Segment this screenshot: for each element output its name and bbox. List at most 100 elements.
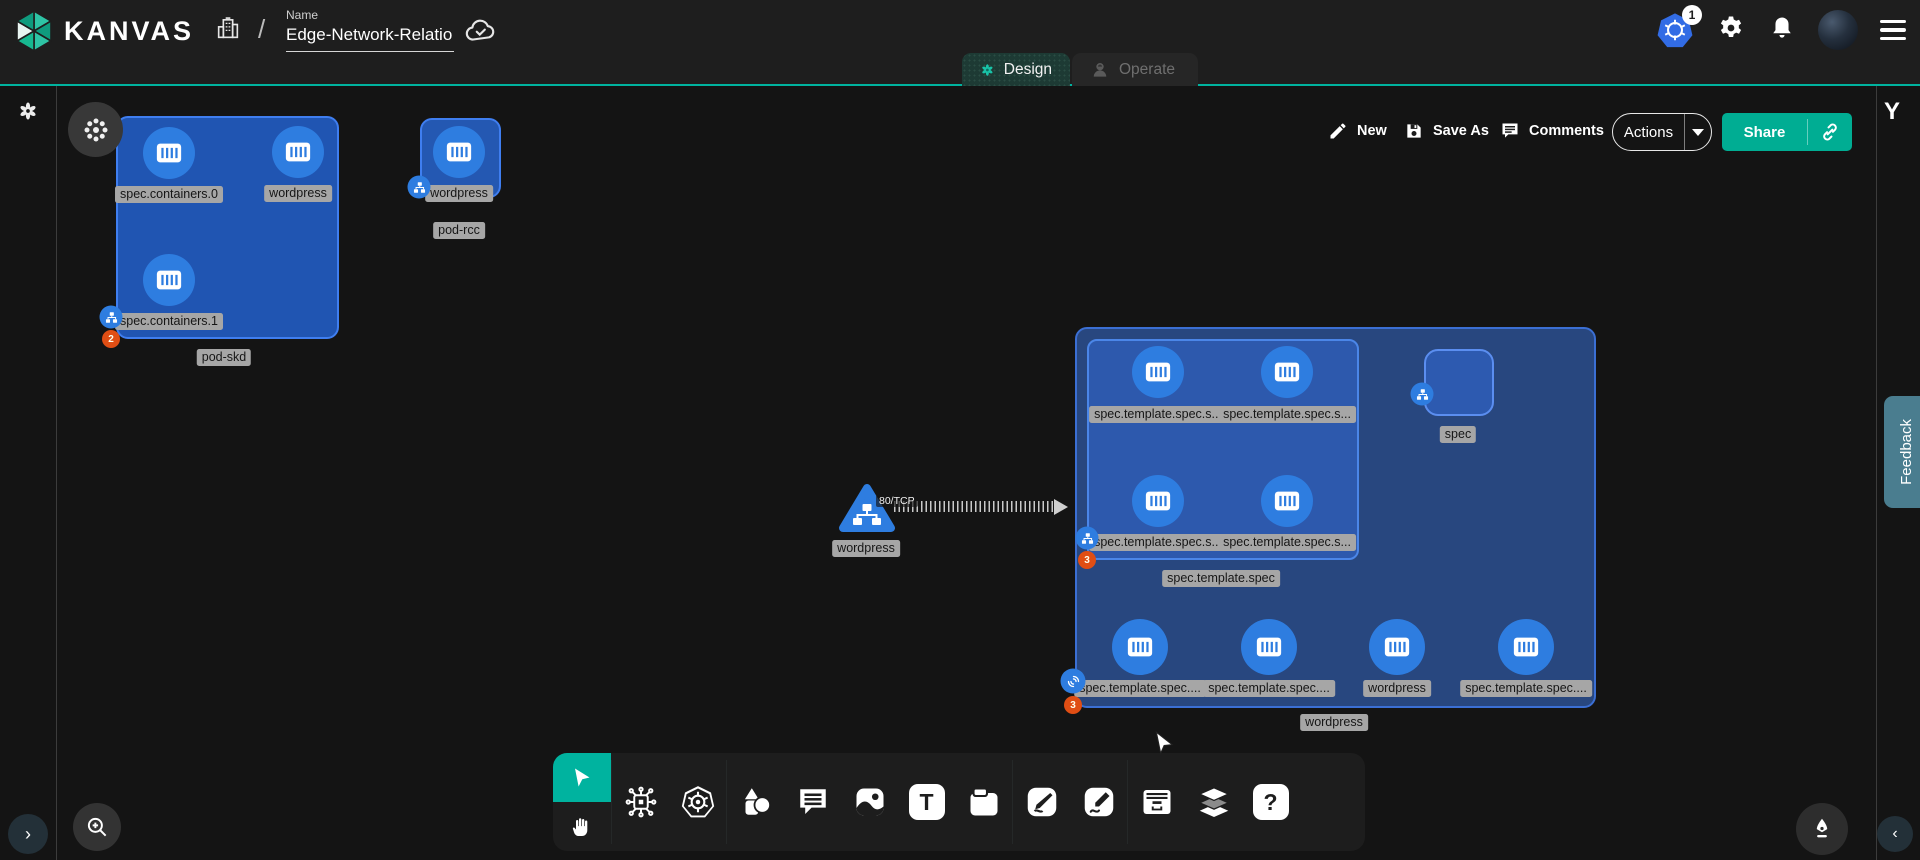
select-tool[interactable] [553,753,611,802]
edge-service-to-pod[interactable] [894,501,1056,512]
node-container[interactable] [433,126,485,178]
design-name-input[interactable] [286,22,454,52]
zoom-button[interactable] [73,803,121,851]
collapse-right-panel-button[interactable]: ‹ [1877,816,1913,852]
save-as-button[interactable]: Save As [1404,121,1489,141]
node-label: spec.template.spec.s... [1089,534,1227,551]
group-pod-skd-kind-badge[interactable] [100,306,123,329]
app-header: KANVAS / Name 1 [0,0,1920,86]
layers-tool[interactable] [1185,753,1242,851]
pen-nib-icon [1809,816,1835,842]
node-label: spec.containers.0 [115,186,223,203]
group-spec-template-kind-badge[interactable] [1076,527,1099,550]
node-spec-label: spec [1440,426,1476,443]
container-icon [443,138,475,166]
components-tool[interactable] [612,753,669,851]
new-button[interactable]: New [1328,121,1387,141]
container-icon [1510,633,1542,661]
group-wordpress-count-badge[interactable]: 3 [1064,696,1082,714]
hamburger-menu-icon[interactable] [1880,20,1906,41]
organization-icon[interactable] [214,14,242,47]
kanvas-logo[interactable]: KANVAS [14,9,194,53]
node-container[interactable] [1241,619,1297,675]
node-container[interactable] [1132,346,1184,398]
container-icon [1271,487,1303,515]
expand-left-panel-button[interactable]: › [8,814,48,854]
settings-gear-icon[interactable] [1716,13,1746,48]
container-icon [1142,487,1174,515]
pen-mode-button[interactable] [1796,803,1848,855]
group-label-pod-rcc: pod-rcc [433,222,485,239]
shapes-tool[interactable] [727,753,784,851]
text-tool[interactable]: T [898,753,955,851]
link-icon [1819,121,1841,143]
actions-button[interactable]: Actions [1612,113,1712,151]
actions-dropdown-caret[interactable] [1685,129,1711,136]
comment-icon [1500,121,1520,141]
node-container[interactable] [143,127,195,179]
tab-design-label: Design [1004,61,1052,79]
note-tool[interactable] [955,753,1012,851]
comments-button[interactable]: Comments [1500,121,1604,141]
image-tool[interactable] [841,753,898,851]
group-pod-rcc-kind-badge[interactable] [408,176,431,199]
node-container[interactable] [1369,619,1425,675]
drawer-icon [1139,784,1175,820]
service-triangle-icon [838,482,896,534]
share-button[interactable]: Share [1722,113,1852,151]
yaml-panel-icon[interactable]: Y [1884,98,1900,126]
design-spiral-icon [980,60,995,80]
node-container[interactable] [1261,346,1313,398]
tab-operate[interactable]: Operate [1072,53,1198,86]
cluster-node[interactable] [68,102,123,157]
group-pod-skd-count-badge[interactable]: 2 [102,330,120,348]
pencil-icon [1328,121,1348,141]
drawer-tool[interactable] [1128,753,1185,851]
comment-tool[interactable] [784,753,841,851]
kubernetes-tool[interactable] [669,753,726,851]
k8s-context-count-badge: 1 [1682,5,1702,25]
cursor-arrow-icon [570,766,594,790]
help-tool[interactable]: ? [1242,753,1299,851]
comments-button-label: Comments [1529,123,1604,139]
k8s-context-switcher[interactable]: 1 [1656,11,1694,49]
logo-text: KANVAS [64,16,194,47]
pencil-scribble-icon [1081,784,1117,820]
node-container[interactable] [143,254,195,306]
actions-button-label: Actions [1613,124,1684,141]
user-avatar[interactable] [1818,10,1858,50]
node-spec[interactable] [1424,349,1494,416]
feedback-tab[interactable]: Feedback [1884,396,1920,508]
group-spec-template[interactable] [1087,339,1359,560]
node-container[interactable] [1498,619,1554,675]
container-icon [1253,633,1285,661]
node-container[interactable] [1261,475,1313,527]
tab-design[interactable]: Design [962,53,1070,86]
node-spec-kind-badge[interactable] [1411,383,1434,406]
node-wordpress-service[interactable] [838,482,896,534]
notifications-bell-icon[interactable] [1768,14,1796,47]
image-icon [852,784,888,820]
text-tool-glyph: T [909,784,945,820]
copy-link-button[interactable] [1808,121,1852,143]
node-container[interactable] [1112,619,1168,675]
right-rail-divider [1876,86,1877,860]
rail-spiral-icon[interactable] [17,100,39,127]
design-name-label: Name [286,8,456,22]
edge-port-label: 80/TCP [876,495,918,507]
node-label: spec.template.spec.s... [1218,534,1356,551]
group-wordpress-kind-badge[interactable] [1061,669,1086,694]
shapes-icon [738,784,774,820]
node-container[interactable] [1132,475,1184,527]
pen-tool[interactable] [1013,753,1070,851]
comment-bubble-icon [796,785,830,819]
node-label: spec.template.spec.... [1460,680,1592,697]
node-label: wordpress [264,185,332,202]
container-icon [1271,358,1303,386]
pencil-draw-tool[interactable] [1070,753,1127,851]
pan-tool[interactable] [553,802,611,851]
container-icon [1381,633,1413,661]
group-spec-template-count-badge[interactable]: 3 [1078,551,1096,569]
node-container[interactable] [272,126,324,178]
node-label: spec.template.spec.... [1074,680,1206,697]
